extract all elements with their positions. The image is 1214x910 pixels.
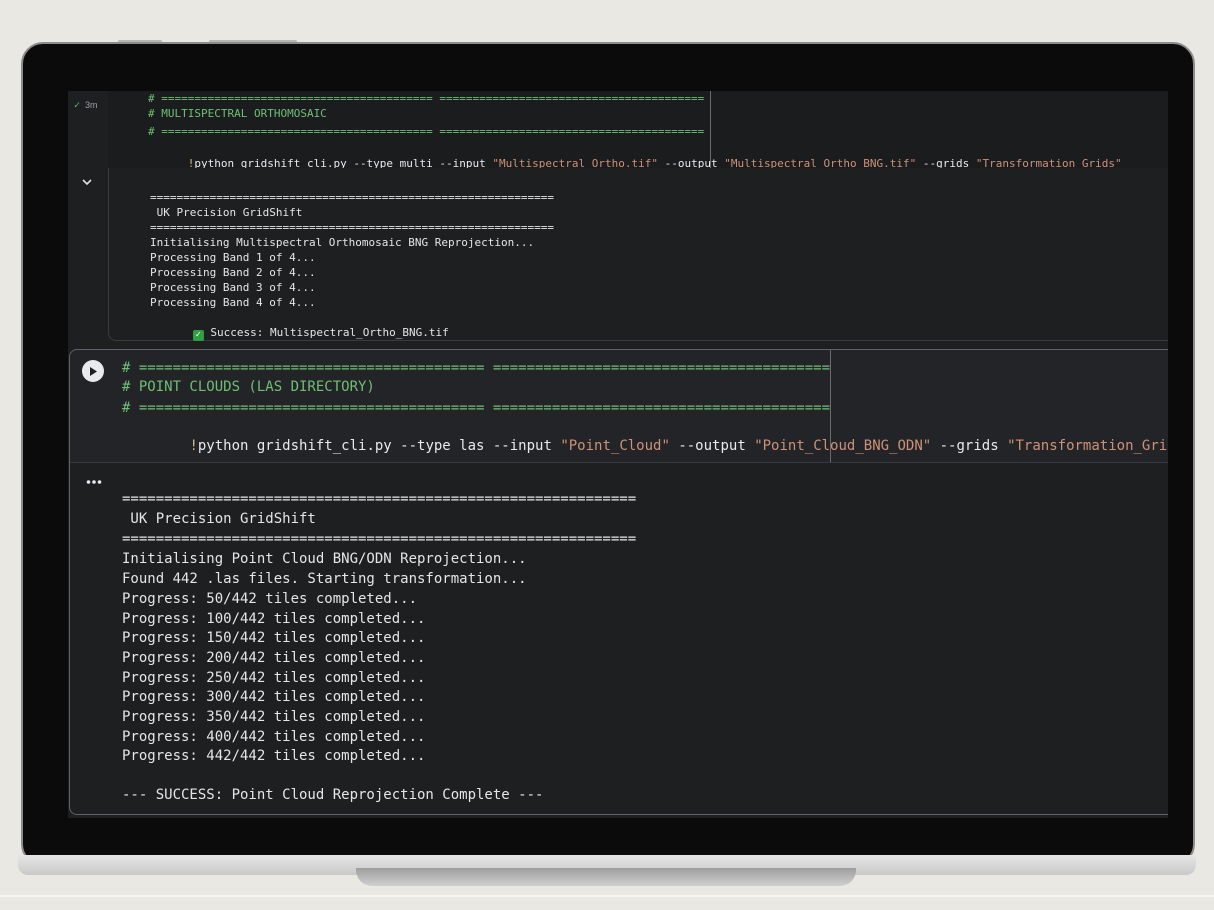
check-icon: ✓: [74, 100, 81, 111]
cell2-output-line: Progress: 50/442 tiles completed...: [122, 591, 418, 607]
check-box-icon: ✓: [192, 329, 204, 341]
cell2-cmd-part-c: --grids: [931, 438, 1008, 454]
cell1-comment-separator-bottom: # ======================================…: [148, 125, 705, 138]
cell2-output-line: Progress: 100/442 tiles completed...: [122, 611, 426, 627]
cell2-code-editor[interactable]: # ======================================…: [70, 350, 1168, 463]
cell2-output-line: Progress: 150/442 tiles completed...: [122, 630, 426, 646]
cell2-output-header: UK Precision GridShift: [122, 511, 316, 527]
cell2-comment-separator-top: # ======================================…: [122, 360, 831, 376]
cell1-output-separator-bottom: ========================================…: [150, 221, 554, 234]
cell1-exec-time: 3m: [85, 100, 98, 110]
cell1-output-separator-top: ========================================…: [150, 191, 554, 204]
cell2-comment-title: # POINT CLOUDS (LAS DIRECTORY): [122, 379, 375, 395]
cell1-output-line: Initialising Multispectral Orthomosaic B…: [150, 236, 535, 249]
cell1-gutter: ✓ 3m: [68, 91, 108, 168]
cell1-output-header: UK Precision GridShift: [150, 206, 303, 219]
cell2-output-separator-bottom: ========================================…: [122, 531, 637, 547]
cell1-output-line: Processing Band 1 of 4...: [150, 251, 316, 264]
cell1-output-success-text: Success: Multispectral_Ortho_BNG.tif: [203, 325, 449, 339]
cell1-output-line: Processing Band 2 of 4...: [150, 266, 316, 279]
cell2-cmd-part-b: --output: [669, 438, 755, 454]
play-icon: [88, 362, 98, 381]
cell2-output-line: Progress: 300/442 tiles completed...: [122, 689, 426, 705]
cell2-output-line: Initialising Point Cloud BNG/ODN Reproje…: [122, 551, 527, 567]
cell2-comment-separator-bottom: # ======================================…: [122, 400, 831, 416]
cell2-output-line: Progress: 200/442 tiles completed...: [122, 650, 426, 666]
cell2-text-cursor: [830, 350, 831, 462]
run-cell-button[interactable]: [82, 360, 104, 382]
cell2-output-separator-top: ========================================…: [122, 491, 637, 507]
cell2-cmd-grids: "Transformation_Grids": [1007, 438, 1168, 454]
cell1-text-cursor: [710, 91, 711, 168]
more-horizontal-icon[interactable]: [86, 470, 102, 489]
notebook-screen: ✓ 3m # =================================…: [68, 91, 1168, 818]
cell2[interactable]: # ======================================…: [69, 349, 1168, 815]
cell1-comment-separator-top: # ======================================…: [148, 92, 705, 105]
cell2-output-final: --- SUCCESS: Point Cloud Reprojection Co…: [122, 787, 544, 803]
cell1-output-line: Processing Band 4 of 4...: [150, 296, 316, 309]
cell1-code-editor[interactable]: # ======================================…: [108, 91, 1168, 170]
desk-edge: [0, 895, 1214, 897]
cell2-output-line: Progress: 400/442 tiles completed...: [122, 729, 426, 745]
laptop-opening-notch: [356, 868, 856, 886]
chevron-down-icon[interactable]: [82, 175, 92, 189]
cell2-command-line: !python gridshift_cli.py --type las --in…: [122, 418, 1168, 475]
cell1-output: ========================================…: [108, 168, 1168, 341]
cell2-cmd-part-a: python gridshift_cli.py --type las --inp…: [197, 438, 561, 454]
cell2-cmd-output: "Point_Cloud_BNG_ODN": [754, 438, 932, 454]
cell2-cmd-bang: !: [189, 438, 198, 454]
cell2-output-line: Found 442 .las files. Starting transform…: [122, 571, 527, 587]
cell1-comment-title: # MULTISPECTRAL ORTHOMOSAIC: [148, 107, 327, 120]
cell2-output-line: Progress: 250/442 tiles completed...: [122, 670, 426, 686]
cell2-cmd-input: "Point_Cloud": [560, 438, 670, 454]
cell1-output-line: Processing Band 3 of 4...: [150, 281, 316, 294]
cell2-output-line: Progress: 442/442 tiles completed...: [122, 748, 426, 764]
cell2-output-line: Progress: 350/442 tiles completed...: [122, 709, 426, 725]
